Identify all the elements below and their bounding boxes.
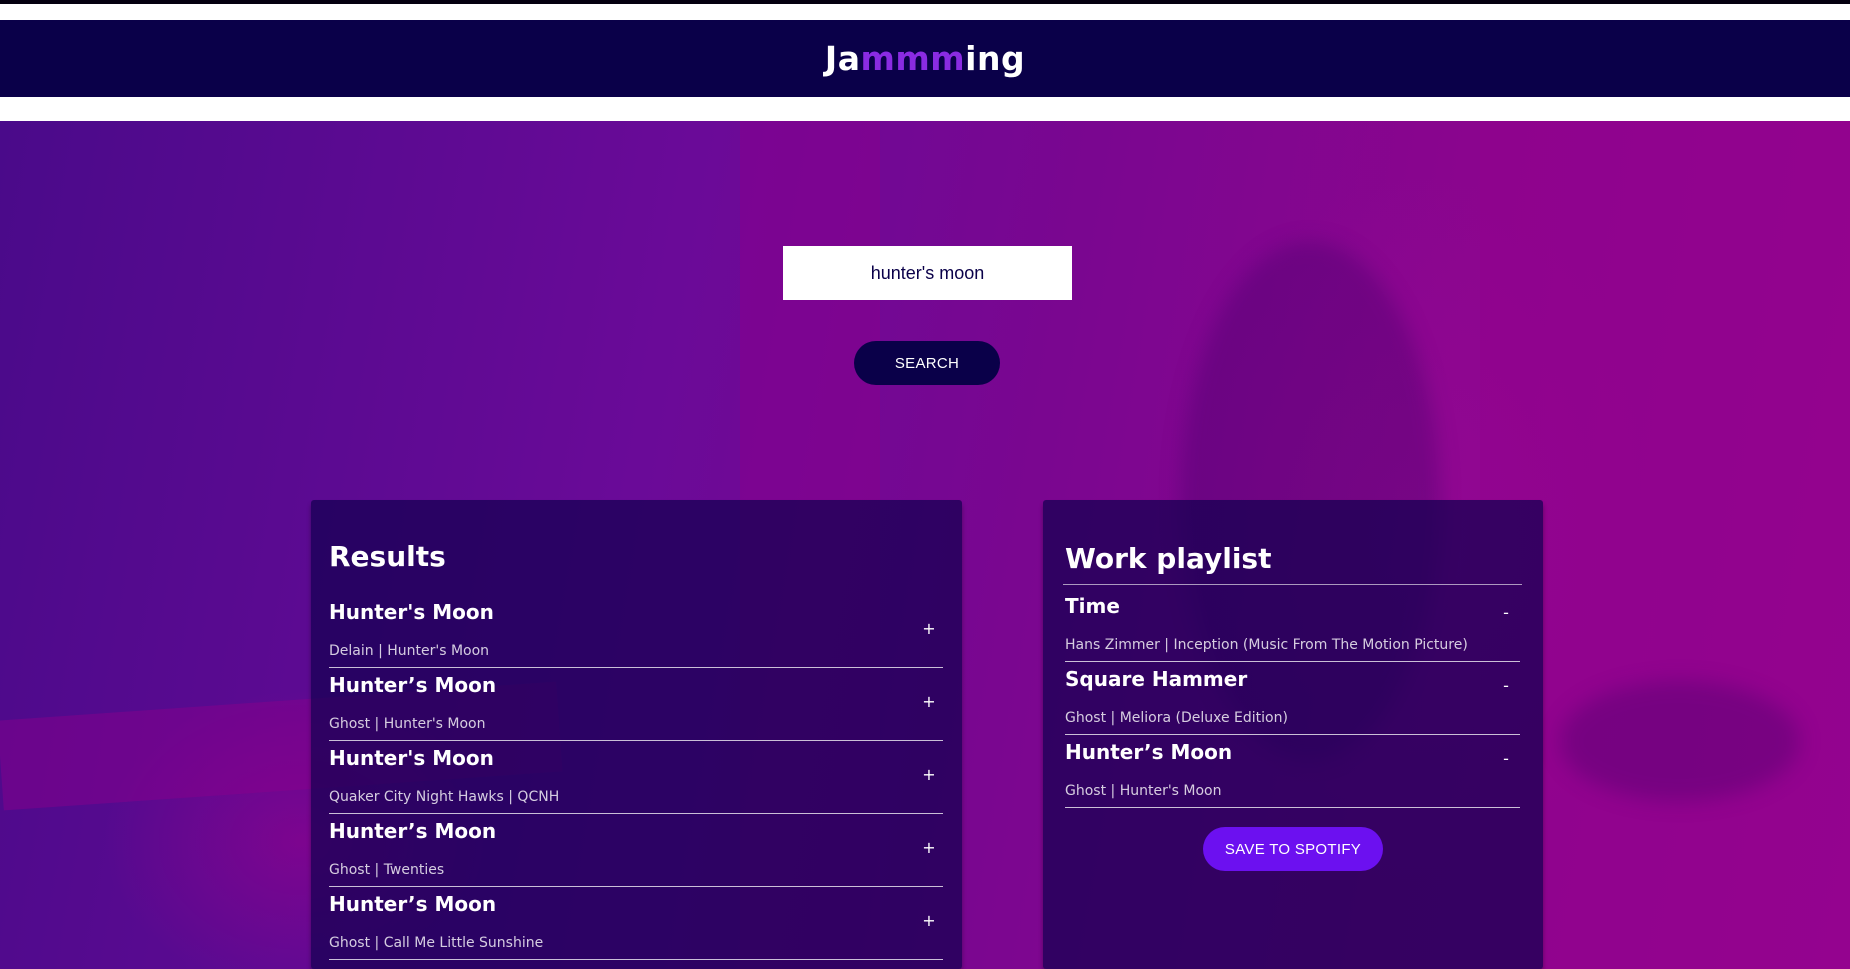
playlist-track-row: Time Hans Zimmer | Inception (Music From… bbox=[1065, 589, 1520, 662]
remove-track-button[interactable]: - bbox=[1496, 676, 1516, 696]
search-button[interactable]: SEARCH bbox=[854, 341, 1000, 385]
add-track-button[interactable]: + bbox=[919, 765, 939, 785]
result-track-row: Hunter’s Moon Ghost | Call Me Little Sun… bbox=[329, 887, 943, 960]
add-track-button[interactable]: + bbox=[919, 911, 939, 931]
playlist-panel: Work playlist Time Hans Zimmer | Incepti… bbox=[1043, 500, 1543, 969]
results-panel: Results Hunter's Moon Delain | Hunter's … bbox=[311, 500, 962, 969]
track-name: Time bbox=[1065, 594, 1120, 618]
results-title: Results bbox=[329, 540, 446, 573]
track-info: Ghost | Twenties bbox=[329, 862, 445, 878]
remove-track-button[interactable]: - bbox=[1496, 749, 1516, 769]
result-track-row: Hunter's Moon Quaker City Night Hawks | … bbox=[329, 741, 943, 814]
top-strip bbox=[0, 0, 1850, 4]
track-name: Square Hammer bbox=[1065, 667, 1248, 691]
track-info: Ghost | Call Me Little Sunshine bbox=[329, 935, 544, 951]
track-name: Hunter’s Moon bbox=[329, 673, 497, 697]
playlist-track-row: Hunter’s Moon Ghost | Hunter's Moon - bbox=[1065, 735, 1520, 808]
playlist-title-divider bbox=[1063, 584, 1522, 585]
track-info: Delain | Hunter's Moon bbox=[329, 643, 490, 659]
brand-suffix: ing bbox=[965, 39, 1026, 78]
result-track-row: Hunter’s Moon Ghost | Hunter's Moon + bbox=[329, 668, 943, 741]
track-name: Hunter’s Moon bbox=[1065, 740, 1233, 764]
track-info: Ghost | Meliora (Deluxe Edition) bbox=[1065, 710, 1288, 726]
result-track-row: Hunter's Moon Delain | Hunter's Moon + bbox=[329, 595, 943, 668]
playlist-name-input[interactable]: Work playlist bbox=[1065, 542, 1271, 575]
track-name: Hunter’s Moon bbox=[329, 892, 497, 916]
brand-accent: mmm bbox=[860, 39, 966, 78]
track-name: Hunter's Moon bbox=[329, 600, 494, 624]
track-info: Quaker City Night Hawks | QCNH bbox=[329, 789, 560, 805]
track-info: Ghost | Hunter's Moon bbox=[329, 716, 486, 732]
track-info: Hans Zimmer | Inception (Music From The … bbox=[1065, 637, 1468, 653]
brand-prefix: Ja bbox=[824, 39, 861, 78]
save-to-spotify-button[interactable]: SAVE TO SPOTIFY bbox=[1203, 827, 1383, 871]
hero-background: SEARCH Results Hunter's Moon Delain | Hu… bbox=[0, 121, 1850, 969]
remove-track-button[interactable]: - bbox=[1496, 603, 1516, 623]
playlist-track-row: Square Hammer Ghost | Meliora (Deluxe Ed… bbox=[1065, 662, 1520, 735]
add-track-button[interactable]: + bbox=[919, 692, 939, 712]
add-track-button[interactable]: + bbox=[919, 619, 939, 639]
track-info: Ghost | Hunter's Moon bbox=[1065, 783, 1222, 799]
result-track-row: Hunter’s Moon Ghost | Twenties + bbox=[329, 814, 943, 887]
track-name: Hunter’s Moon bbox=[329, 819, 497, 843]
track-name: Hunter's Moon bbox=[329, 746, 494, 770]
add-track-button[interactable]: + bbox=[919, 838, 939, 858]
app-header: Jammming bbox=[0, 20, 1850, 97]
search-input[interactable] bbox=[783, 246, 1072, 300]
app-logo: Jammming bbox=[825, 39, 1025, 78]
